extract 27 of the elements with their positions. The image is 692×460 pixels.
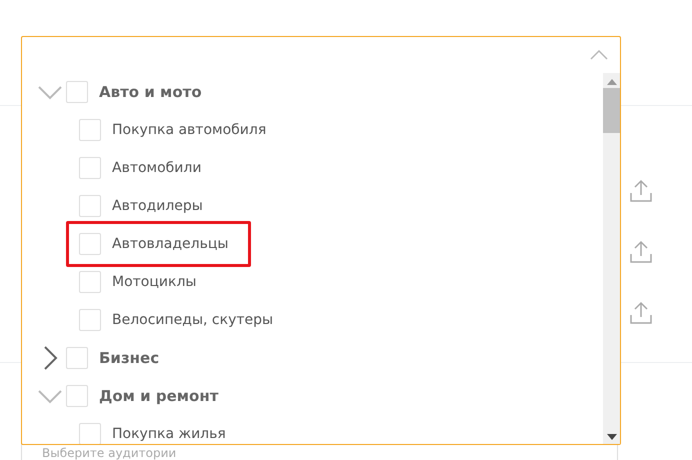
subcategory-label: Автовладельцы — [112, 236, 228, 252]
checkbox[interactable] — [79, 119, 101, 141]
scroll-up-icon[interactable] — [606, 79, 616, 85]
category-label: Дом и ремонт — [99, 387, 218, 405]
category-label: Авто и мото — [99, 83, 202, 101]
collapse-icon[interactable] — [590, 50, 608, 60]
checkbox[interactable] — [79, 309, 101, 331]
checkbox[interactable] — [66, 385, 88, 407]
upload-icon[interactable] — [630, 300, 652, 324]
checkbox[interactable] — [79, 423, 101, 444]
subcategory-label: Мотоциклы — [112, 274, 196, 290]
checkbox[interactable] — [79, 233, 101, 255]
checkbox[interactable] — [66, 347, 88, 369]
checkbox[interactable] — [66, 81, 88, 103]
subcategory-label: Автомобили — [112, 160, 202, 176]
checkbox[interactable] — [79, 271, 101, 293]
upload-icon[interactable] — [630, 239, 652, 263]
upload-icon[interactable] — [630, 178, 652, 202]
scroll-down-icon[interactable] — [606, 434, 616, 440]
checkbox[interactable] — [79, 195, 101, 217]
subcategory-label: Автодилеры — [112, 198, 203, 214]
category-label: Бизнес — [99, 349, 160, 367]
subcategory-label: Покупка автомобиля — [112, 122, 266, 138]
checkbox[interactable] — [79, 157, 101, 179]
scrollbar-thumb[interactable] — [603, 88, 620, 133]
subcategory-label: Велосипеды, скутеры — [112, 312, 274, 328]
scrollbar[interactable] — [603, 73, 620, 444]
